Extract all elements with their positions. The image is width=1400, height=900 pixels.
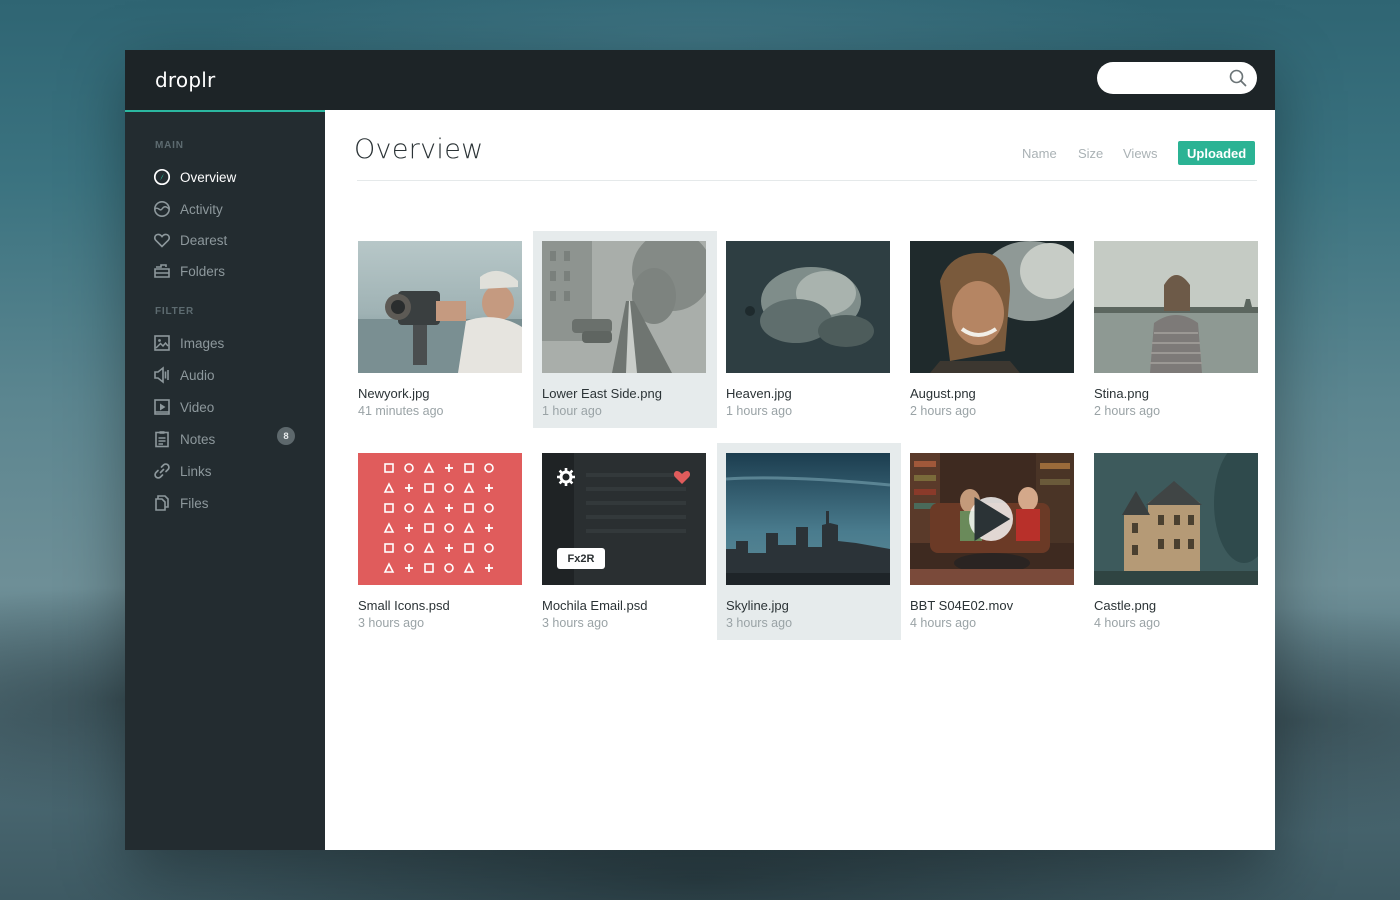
file-name: Mochila Email.psd — [542, 598, 648, 613]
link-icon — [153, 462, 171, 480]
sidebar-item-files[interactable]: Files — [153, 492, 303, 514]
files-icon — [153, 494, 171, 512]
file-time: 3 hours ago — [358, 616, 425, 630]
sidebar-item-label: Video — [180, 399, 215, 415]
sidebar-item-overview[interactable]: Overview — [153, 166, 303, 188]
file-thumbnail-august — [910, 241, 1074, 373]
file-card[interactable]: Small Icons.psd 3 hours ago — [349, 443, 533, 640]
file-time: 41 minutes ago — [358, 404, 444, 418]
file-thumbnail-stina — [1094, 241, 1258, 373]
file-name: Skyline.jpg — [726, 598, 789, 613]
file-card[interactable]: Stina.png 2 hours ago — [1085, 231, 1269, 428]
video-icon — [153, 398, 171, 416]
sidebar-item-label: Activity — [180, 201, 223, 217]
file-card[interactable]: BBT S04E02.mov 4 hours ago — [901, 443, 1085, 640]
sidebar-item-folders[interactable]: Folders — [153, 260, 303, 282]
page-title: Overview — [354, 134, 484, 165]
file-time: 4 hours ago — [1094, 616, 1161, 630]
sidebar-item-images[interactable]: Images — [153, 332, 303, 354]
file-name: Newyork.jpg — [358, 386, 430, 401]
sidebar-item-notes[interactable]: Notes — [153, 428, 303, 450]
file-time: 1 hour ago — [542, 404, 602, 418]
audio-icon — [153, 366, 171, 384]
sidebar-item-audio[interactable]: Audio — [153, 364, 303, 386]
sort-by-views[interactable]: Views — [1123, 141, 1157, 165]
header-divider — [357, 180, 1257, 181]
file-thumbnail-small-icons — [358, 453, 522, 585]
sidebar-item-label: Notes — [180, 431, 216, 447]
sidebar-accent-line — [125, 110, 325, 112]
file-thumbnail-newyork — [358, 241, 522, 373]
file-card[interactable]: August.png 2 hours ago — [901, 231, 1085, 428]
main-content: Overview Name Size Views Uploaded Newyor… — [325, 110, 1275, 850]
sort-by-size[interactable]: Size — [1078, 141, 1103, 165]
file-time: 2 hours ago — [1094, 404, 1161, 418]
section-label-main: MAIN — [155, 140, 184, 151]
file-time: 3 hours ago — [726, 616, 793, 630]
search-icon[interactable] — [1229, 69, 1247, 87]
sidebar: MAIN Overview Activity Dearest Folders F… — [125, 110, 325, 850]
sidebar-item-label: Overview — [180, 169, 237, 185]
file-thumbnail-mochila-email: Fx2R — [542, 453, 706, 585]
play-button[interactable] — [969, 497, 1013, 541]
file-name: Heaven.jpg — [726, 386, 792, 401]
sidebar-item-label: Links — [180, 463, 212, 479]
file-name: BBT S04E02.mov — [910, 598, 1014, 613]
file-tag: Fx2R — [567, 552, 595, 565]
search-input[interactable] — [1097, 62, 1257, 94]
file-name: August.png — [910, 386, 976, 401]
file-card[interactable]: Newyork.jpg 41 minutes ago — [349, 231, 533, 428]
sidebar-item-links[interactable]: Links — [153, 460, 303, 482]
sort-by-name[interactable]: Name — [1022, 141, 1057, 165]
play-icon — [974, 497, 1011, 541]
sidebar-item-video[interactable]: Video — [153, 396, 303, 418]
sidebar-item-label: Images — [180, 335, 225, 351]
app-logo[interactable]: droplr — [155, 68, 215, 92]
folder-icon — [153, 262, 171, 280]
file-card[interactable]: Castle.png 4 hours ago — [1085, 443, 1269, 640]
image-icon — [153, 334, 171, 352]
file-name: Stina.png — [1094, 386, 1149, 401]
file-time: 2 hours ago — [910, 404, 977, 418]
file-thumbnail-heaven — [726, 241, 890, 373]
sidebar-item-label: Folders — [180, 263, 226, 279]
sort-by-uploaded[interactable]: Uploaded — [1178, 141, 1256, 165]
sidebar-item-label: Dearest — [180, 232, 228, 248]
file-card[interactable]: Skyline.jpg 3 hours ago — [717, 443, 901, 640]
file-name: Castle.png — [1094, 598, 1157, 613]
file-thumbnail-lower-east-side — [542, 241, 706, 373]
file-thumbnail-bbt-video — [910, 453, 1074, 585]
app-window: droplr MAIN Overview Activity Dearest Fo… — [125, 50, 1275, 850]
heart-icon — [153, 231, 171, 249]
notes-icon — [153, 430, 171, 448]
file-time: 1 hours ago — [726, 404, 793, 418]
sidebar-item-activity[interactable]: Activity — [153, 198, 303, 220]
compass-icon — [153, 168, 171, 186]
file-card[interactable]: Heaven.jpg 1 hours ago — [717, 231, 901, 428]
file-thumbnail-castle — [1094, 453, 1258, 585]
activity-icon — [153, 200, 171, 218]
sidebar-item-dearest[interactable]: Dearest — [153, 229, 303, 251]
top-bar: droplr — [125, 50, 1275, 110]
file-name: Small Icons.psd — [358, 598, 450, 613]
file-name: Lower East Side.png — [542, 386, 662, 401]
file-card[interactable]: Lower East Side.png 1 hour ago — [533, 231, 717, 428]
sidebar-item-label: Files — [180, 495, 209, 511]
file-card[interactable]: Fx2R Mochila Email.psd 3 hours ago — [533, 443, 717, 640]
section-label-filter: FILTER — [155, 306, 195, 317]
file-time: 3 hours ago — [542, 616, 609, 630]
sidebar-item-label: Audio — [180, 367, 215, 383]
file-thumbnail-skyline — [726, 453, 890, 585]
file-time: 4 hours ago — [910, 616, 977, 630]
